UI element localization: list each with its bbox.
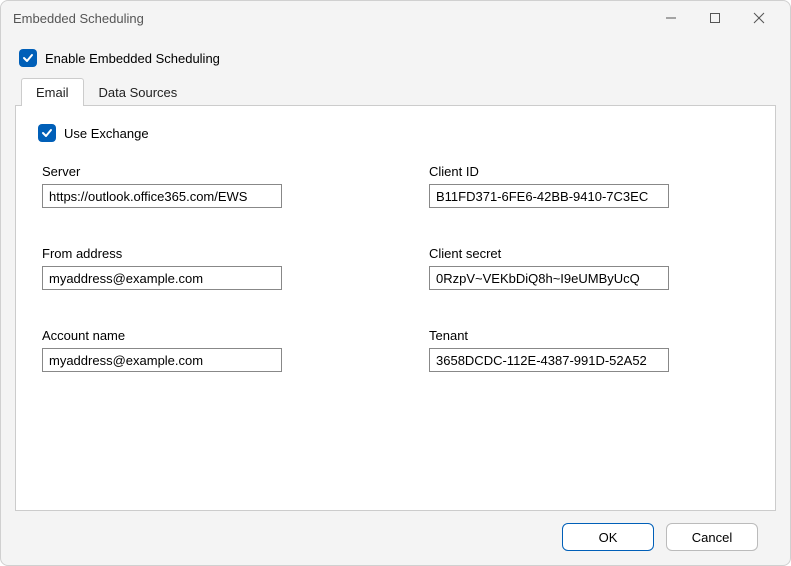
tab-data-sources[interactable]: Data Sources	[84, 78, 193, 106]
window-title: Embedded Scheduling	[13, 11, 144, 26]
enable-row: Enable Embedded Scheduling	[15, 43, 776, 77]
client-secret-label: Client secret	[429, 246, 716, 261]
enable-checkbox[interactable]	[19, 49, 37, 67]
use-exchange-label: Use Exchange	[64, 126, 149, 141]
server-label: Server	[42, 164, 329, 179]
account-name-input[interactable]	[42, 348, 282, 372]
from-address-field: From address	[42, 246, 329, 290]
tabs: Email Data Sources	[15, 77, 776, 106]
cancel-button[interactable]: Cancel	[666, 523, 758, 551]
client-id-input[interactable]	[429, 184, 669, 208]
use-exchange-row: Use Exchange	[38, 124, 755, 142]
minimize-icon[interactable]	[662, 9, 680, 27]
dialog-window: Embedded Scheduling Enable Embedded Sche…	[0, 0, 791, 566]
client-id-field: Client ID	[429, 164, 716, 208]
account-name-label: Account name	[42, 328, 329, 343]
tab-email[interactable]: Email	[21, 78, 84, 106]
titlebar: Embedded Scheduling	[1, 1, 790, 35]
maximize-icon[interactable]	[706, 9, 724, 27]
from-address-input[interactable]	[42, 266, 282, 290]
ok-button[interactable]: OK	[562, 523, 654, 551]
from-address-label: From address	[42, 246, 329, 261]
enable-label: Enable Embedded Scheduling	[45, 51, 220, 66]
account-name-field: Account name	[42, 328, 329, 372]
fields-grid: Server Client ID From address Client sec…	[36, 164, 716, 372]
server-input[interactable]	[42, 184, 282, 208]
tenant-field: Tenant	[429, 328, 716, 372]
client-id-label: Client ID	[429, 164, 716, 179]
email-panel: Use Exchange Server Client ID From addre…	[15, 106, 776, 511]
tenant-input[interactable]	[429, 348, 669, 372]
footer: OK Cancel	[15, 511, 776, 551]
server-field: Server	[42, 164, 329, 208]
client-secret-field: Client secret	[429, 246, 716, 290]
client-secret-input[interactable]	[429, 266, 669, 290]
dialog-body: Enable Embedded Scheduling Email Data So…	[1, 35, 790, 565]
window-controls	[662, 9, 778, 27]
use-exchange-checkbox[interactable]	[38, 124, 56, 142]
tenant-label: Tenant	[429, 328, 716, 343]
close-icon[interactable]	[750, 9, 768, 27]
